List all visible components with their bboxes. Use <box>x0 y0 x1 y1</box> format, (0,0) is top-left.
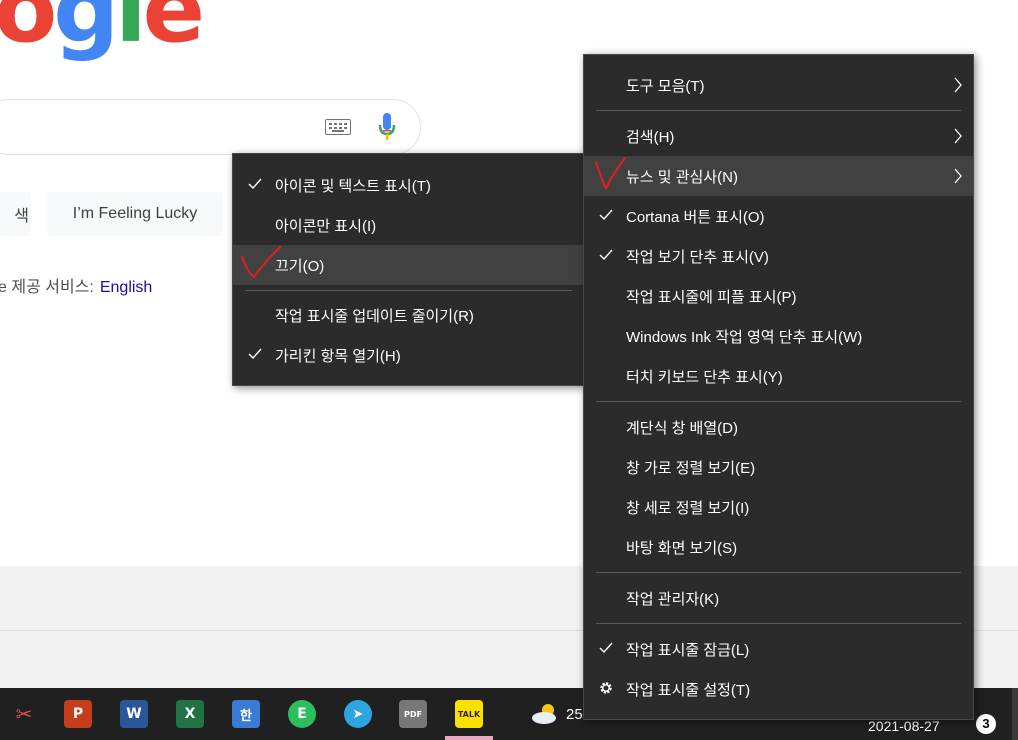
menu-item-cortana-button[interactable]: Cortana 버튼 표시(O) <box>584 196 973 236</box>
weather-temperature[interactable]: 25 <box>566 706 583 723</box>
submenu-item-turn-off[interactable]: 끄기(O) <box>233 245 584 285</box>
logo-letter: e <box>142 0 205 63</box>
show-desktop-button[interactable] <box>1012 688 1018 740</box>
submenu-item-label: 아이콘만 표시(I) <box>275 217 377 235</box>
menu-item-people[interactable]: 작업 표시줄에 피플 표시(P) <box>584 276 973 316</box>
taskbar-context-menu: 도구 모음(T) 검색(H) 뉴스 및 관심사(N) Cortana 버튼 표시… <box>583 54 974 720</box>
submenu-item-label: 가리킨 항목 열기(H) <box>275 347 401 365</box>
menu-item-label: 작업 표시줄에 피플 표시(P) <box>626 288 797 306</box>
submenu-item-icon-and-text[interactable]: 아이콘 및 텍스트 표시(T) <box>233 165 584 205</box>
menu-item-stack-windows[interactable]: 창 가로 정렬 보기(E) <box>584 447 973 487</box>
microphone-icon[interactable] <box>378 113 396 141</box>
submenu-item-label: 끄기(O) <box>275 257 325 275</box>
keyboard-icon[interactable] <box>325 119 351 135</box>
pdf-icon[interactable]: PDF <box>399 700 427 728</box>
logo-letter: o <box>0 0 57 63</box>
google-logo: ogle <box>0 0 205 63</box>
menu-separator <box>245 290 572 291</box>
menu-item-taskbar-settings[interactable]: 작업 표시줄 설정(T) <box>584 669 973 709</box>
logo-letter: g <box>53 0 119 63</box>
weather-icon[interactable] <box>530 702 560 726</box>
menu-item-touch-keyboard[interactable]: 터치 키보드 단추 표시(Y) <box>584 356 973 396</box>
logo-letter: l <box>115 0 146 63</box>
check-icon <box>599 249 613 261</box>
submenu-item-label: 아이콘 및 텍스트 표시(T) <box>275 177 431 195</box>
check-icon <box>248 348 262 360</box>
menu-item-lock-taskbar[interactable]: 작업 표시줄 잠금(L) <box>584 629 973 669</box>
menu-item-task-view-button[interactable]: 작업 보기 단추 표시(V) <box>584 236 973 276</box>
menu-item-label: 계단식 창 배열(D) <box>626 419 738 437</box>
kakaotalk-icon[interactable]: TALK <box>455 700 483 728</box>
hangul-icon[interactable]: 한 <box>232 700 260 728</box>
snipping-tool-icon[interactable]: ✂ <box>10 700 38 728</box>
check-icon <box>599 209 613 221</box>
menu-item-toolbars[interactable]: 도구 모음(T) <box>584 65 973 105</box>
chevron-right-icon <box>954 128 962 144</box>
language-link-english[interactable]: English <box>100 279 152 296</box>
menu-item-news-interests[interactable]: 뉴스 및 관심사(N) <box>584 156 973 196</box>
clock-date[interactable]: 2021-08-27 <box>868 718 940 734</box>
submenu-item-reduce-updates[interactable]: 작업 표시줄 업데이트 줄이기(R) <box>233 295 584 335</box>
submenu-item-icon-only[interactable]: 아이콘만 표시(I) <box>233 205 584 245</box>
menu-item-label: 터치 키보드 단추 표시(Y) <box>626 368 783 386</box>
menu-item-label: 작업 보기 단추 표시(V) <box>626 248 769 266</box>
menu-item-label: 도구 모음(T) <box>626 77 705 95</box>
feeling-lucky-button[interactable]: I’m Feeling Lucky <box>47 192 223 236</box>
check-icon <box>248 178 262 190</box>
notification-count-badge[interactable]: 3 <box>976 714 996 734</box>
menu-separator <box>596 110 961 111</box>
menu-item-label: 뉴스 및 관심사(N) <box>626 168 738 186</box>
feeling-lucky-label: I’m Feeling Lucky <box>72 205 198 222</box>
evernote-icon[interactable]: E <box>288 700 316 728</box>
menu-separator <box>596 572 961 573</box>
chevron-right-icon <box>954 168 962 184</box>
active-app-indicator <box>445 736 493 740</box>
menu-item-side-by-side[interactable]: 창 세로 정렬 보기(I) <box>584 487 973 527</box>
menu-item-label: 창 세로 정렬 보기(I) <box>626 499 750 517</box>
menu-separator <box>596 623 961 624</box>
menu-item-cascade-windows[interactable]: 계단식 창 배열(D) <box>584 407 973 447</box>
offered-in-prefix: e 제공 서비스: <box>0 279 94 296</box>
menu-item-show-desktop[interactable]: 바탕 화면 보기(S) <box>584 527 973 567</box>
menu-item-label: 바탕 화면 보기(S) <box>626 539 738 557</box>
menu-item-label: 창 가로 정렬 보기(E) <box>626 459 756 477</box>
menu-item-label: 검색(H) <box>626 128 675 146</box>
news-interests-submenu: 아이콘 및 텍스트 표시(T) 아이콘만 표시(I) 끄기(O) 작업 표시줄 … <box>232 153 585 386</box>
submenu-item-label: 작업 표시줄 업데이트 줄이기(R) <box>275 307 474 325</box>
google-search-button[interactable]: 색 <box>0 192 31 236</box>
excel-icon[interactable]: X <box>176 700 204 728</box>
submenu-item-open-on-hover[interactable]: 가리킨 항목 열기(H) <box>233 335 584 375</box>
check-icon <box>599 642 613 654</box>
menu-item-label: 작업 표시줄 설정(T) <box>626 681 751 699</box>
google-search-button-label: 색 <box>14 208 29 225</box>
menu-item-search[interactable]: 검색(H) <box>584 116 973 156</box>
offered-in: e 제공 서비스: English <box>0 273 152 297</box>
menu-item-label: Cortana 버튼 표시(O) <box>626 208 765 226</box>
search-input[interactable] <box>0 99 421 155</box>
menu-item-task-manager[interactable]: 작업 관리자(K) <box>584 578 973 618</box>
menu-item-label: 작업 표시줄 잠금(L) <box>626 641 750 659</box>
powerpoint-icon[interactable]: P <box>64 700 92 728</box>
gear-icon <box>600 682 612 694</box>
menu-separator <box>596 401 961 402</box>
telegram-icon[interactable]: ➤ <box>344 700 372 728</box>
menu-item-label: 작업 관리자(K) <box>626 590 720 608</box>
menu-item-windows-ink[interactable]: Windows Ink 작업 영역 단추 표시(W) <box>584 316 973 356</box>
word-icon[interactable]: W <box>120 700 148 728</box>
menu-item-label: Windows Ink 작업 영역 단추 표시(W) <box>626 328 863 346</box>
chevron-right-icon <box>954 77 962 93</box>
